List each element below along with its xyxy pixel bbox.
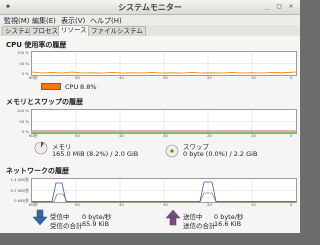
tab-filesystems[interactable]: ファイルシステム — [88, 26, 146, 36]
window-title: システムモニター — [118, 3, 182, 12]
mem-xtick-40: 40 — [119, 133, 124, 138]
cpu-ytick-100: 100 % — [16, 50, 29, 55]
cpu-legend-value: 8.8% — [80, 83, 97, 91]
cpu-ytick-0: 0 % — [21, 71, 29, 76]
cpu-section-title: CPU 使用率の履歴 — [6, 41, 67, 49]
window-titlebar: ◆ システムモニター _ □ ✕ — [0, 0, 300, 15]
cpu-ytick-50: 50 % — [19, 61, 29, 66]
cpu-color-swatch[interactable] — [41, 83, 61, 90]
memory-legend-value: 165.0 MiB (8.2%) / 2.0 GiB — [52, 150, 139, 158]
send-total-value: 16.6 KiB — [214, 220, 242, 228]
mem-xtick-10: 10 — [251, 133, 256, 138]
net-xtick-0: 0 — [290, 202, 293, 207]
cpu-legend-label: CPU — [65, 83, 79, 91]
resources-panel: CPU 使用率の履歴 100 % 50 % 0 % 60秒 50 40 30 2… — [0, 36, 300, 233]
receive-arrow-icon[interactable] — [32, 209, 48, 228]
net-xtick-40: 40 — [119, 202, 124, 207]
minimize-icon[interactable]: _ — [262, 2, 272, 11]
memory-history-graph — [31, 109, 297, 134]
network-history-graph — [31, 178, 297, 203]
mem-xtick-50: 50 — [75, 133, 80, 138]
tab-processes[interactable]: プロセス — [29, 26, 61, 36]
mem-xtick-20: 20 — [207, 133, 212, 138]
cpu-xtick-30: 30 — [163, 75, 168, 80]
mem-ytick-0: 0 % — [21, 129, 29, 134]
network-section-title: ネットワークの履歴 — [6, 167, 69, 175]
cpu-xtick-10: 10 — [251, 75, 256, 80]
mem-ytick-100: 100 % — [16, 108, 29, 113]
net-xtick-60: 60秒 — [29, 202, 38, 207]
menu-bar: 監視(M) 編集(E) 表示(V) ヘルプ(H) — [0, 15, 300, 25]
maximize-icon[interactable]: □ — [274, 2, 284, 11]
cpu-xtick-0: 0 — [290, 75, 293, 80]
cpu-xtick-50: 50 — [75, 75, 80, 80]
cpu-xtick-20: 20 — [207, 75, 212, 80]
mem-xtick-60: 60秒 — [29, 133, 38, 138]
memory-section-title: メモリとスワップの履歴 — [6, 98, 83, 106]
cpu-xtick-40: 40 — [119, 75, 124, 80]
net-ytick-mid: 0.7 KiB/秒 — [10, 188, 29, 193]
memory-pie-icon[interactable] — [34, 141, 48, 157]
net-ytick-high: 1.4 KiB/秒 — [10, 177, 29, 182]
close-icon[interactable]: ✕ — [286, 2, 296, 11]
swap-pie-icon[interactable] — [165, 144, 179, 160]
send-total-label: 送信の合計 — [183, 222, 216, 230]
swap-legend-value: 0 byte (0.0%) / 2.2 GiB — [183, 150, 258, 158]
cpu-xtick-60: 60秒 — [29, 75, 38, 80]
desktop-background — [0, 233, 300, 245]
send-arrow-icon[interactable] — [165, 209, 181, 228]
receive-total-value: 65.9 KiB — [82, 220, 110, 228]
mem-xtick-30: 30 — [163, 133, 168, 138]
mem-ytick-50: 50 % — [19, 119, 29, 124]
net-xtick-30: 30 — [163, 202, 168, 207]
receive-total-label: 受信の合計 — [50, 222, 83, 230]
net-ytick-zero: 0 KiB/秒 — [14, 198, 29, 203]
cpu-history-graph — [31, 51, 297, 76]
net-xtick-50: 50 — [75, 202, 80, 207]
net-xtick-20: 20 — [207, 202, 212, 207]
mem-xtick-0: 0 — [290, 133, 293, 138]
net-xtick-10: 10 — [251, 202, 256, 207]
